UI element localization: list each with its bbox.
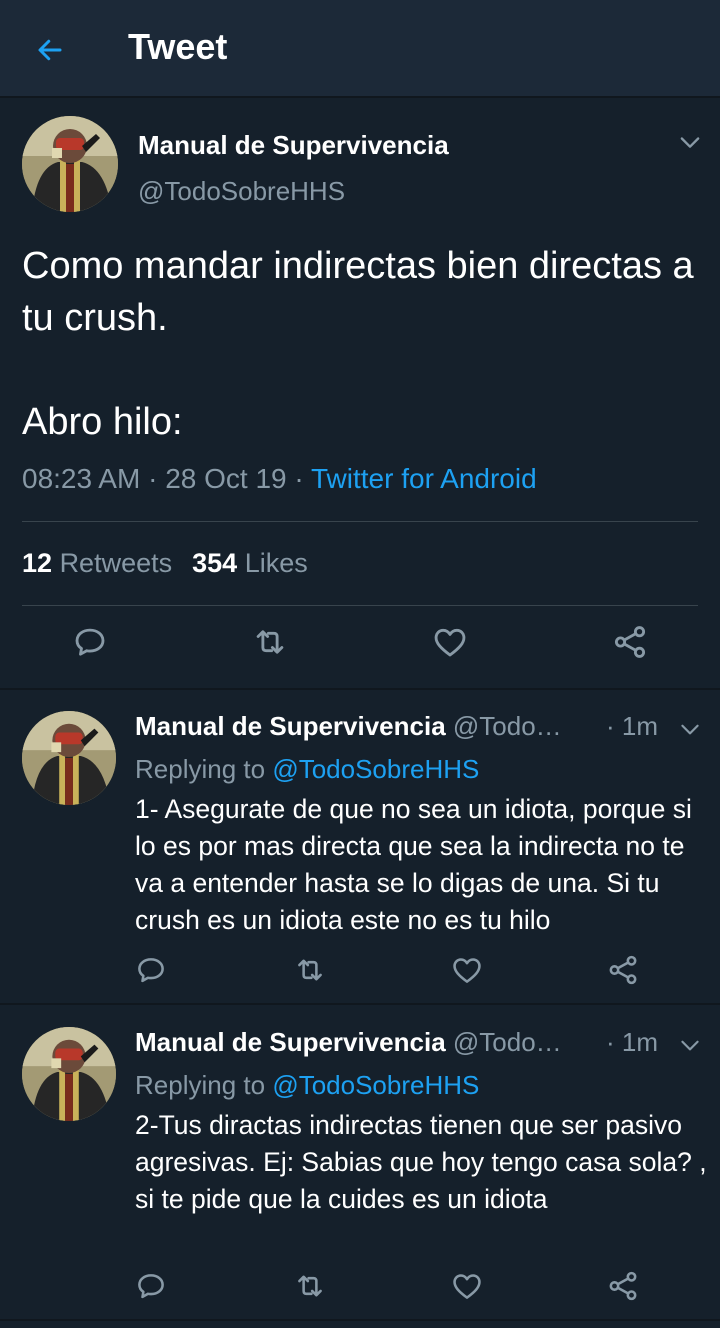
avatar[interactable] [22,711,116,805]
replying-label: Replying to [135,1070,266,1100]
arrow-left-icon [38,39,62,61]
like-button[interactable] [426,618,474,666]
share-icon [606,953,640,987]
reply-button[interactable] [127,946,175,994]
retweet-button[interactable] [286,946,334,994]
tweet-actions [0,618,720,678]
author-name[interactable]: Manual de Supervivencia [135,1027,446,1057]
comment-icon [134,953,168,987]
main-tweet: Manual de Supervivencia @TodoSobreHHS Co… [0,100,720,690]
reply-button[interactable] [127,1262,175,1310]
reply-actions [0,946,720,1006]
retweet-button[interactable] [286,1262,334,1310]
reply-text: 1- Asegurate de que no sea un idiota, po… [135,794,692,935]
replying-label: Replying to [135,754,266,784]
likes-stat[interactable]: 354 Likes [192,548,308,578]
chevron-down-icon [677,716,703,742]
back-button[interactable] [28,28,72,72]
tweet-menu-button[interactable] [674,126,706,158]
reply-time-value: 1m [621,711,658,741]
tweet-menu-button[interactable] [674,1029,706,1061]
share-button[interactable] [599,1262,647,1310]
reply-actions [0,1262,720,1322]
like-count: 354 [192,548,238,578]
like-button[interactable] [443,1262,491,1310]
retweet-icon [293,953,327,987]
reply-text: 2-Tus diractas indirectas tienen que ser… [135,1110,707,1214]
reply-time: · 1m [605,1027,658,1057]
reply-tweet[interactable]: Manual de Supervivencia @Todo… · 1m Repl… [0,691,720,1005]
retweet-icon [251,623,289,661]
chevron-down-icon [677,1032,703,1058]
avatar[interactable] [22,1027,116,1121]
retweet-icon [293,1269,327,1303]
author-handle[interactable]: @TodoSobreHHS [138,176,345,207]
reply-tweet[interactable]: Manual de Supervivencia @Todo… · 1m Repl… [0,1007,720,1321]
replying-to: Replying to @TodoSobreHHS [135,754,479,785]
retweet-count: 12 [22,548,53,578]
author-handle[interactable]: @Todo… [453,1027,562,1057]
divider [22,605,698,606]
heart-icon [450,953,484,987]
like-button[interactable] [443,946,491,994]
replying-to: Replying to @TodoSobreHHS [135,1070,479,1101]
comment-icon [134,1269,168,1303]
author-handle[interactable]: @Todo… [453,711,562,741]
avatar[interactable] [22,116,118,212]
tweet-meta: 08:23 AM · 28 Oct 19 · Twitter for Andro… [22,463,537,494]
page-title: Tweet [128,26,228,67]
author-name[interactable]: Manual de Supervivencia [135,711,446,741]
mention-link[interactable]: @TodoSobreHHS [272,754,479,784]
author-name[interactable]: Manual de Supervivencia [138,130,449,161]
mention-link[interactable]: @TodoSobreHHS [272,1070,479,1100]
tweet-time: 08:23 AM [22,463,141,494]
reply-time: · 1m [605,711,658,741]
retweet-button[interactable] [246,618,294,666]
tweet-date: 28 Oct 19 [165,463,287,494]
divider [22,521,698,522]
heart-icon [450,1269,484,1303]
engagement-stats: 12 Retweets 354 Likes [22,548,308,579]
tweet-text: Como mandar indirectas bien directas a t… [22,245,694,443]
comment-icon [71,623,109,661]
tweet-menu-button[interactable] [674,713,706,745]
share-icon [611,623,649,661]
reply-button[interactable] [66,618,114,666]
share-button[interactable] [599,946,647,994]
retweets-stat[interactable]: 12 Retweets [22,548,172,578]
chevron-down-icon [676,128,704,156]
reply-time-value: 1m [621,1027,658,1057]
tweet-source-link[interactable]: Twitter for Android [311,463,537,494]
like-label: Likes [244,548,308,578]
share-button[interactable] [606,618,654,666]
top-app-bar: Tweet [0,0,720,98]
heart-icon [431,623,469,661]
retweet-label: Retweets [59,548,173,578]
share-icon [606,1269,640,1303]
